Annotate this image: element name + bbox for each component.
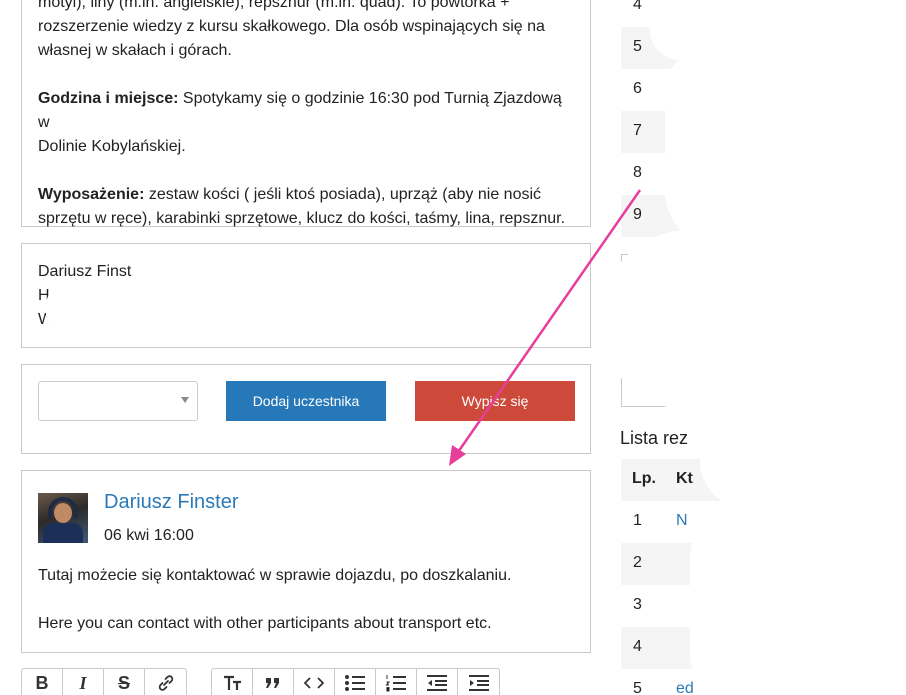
annotation-arrow <box>449 189 642 466</box>
